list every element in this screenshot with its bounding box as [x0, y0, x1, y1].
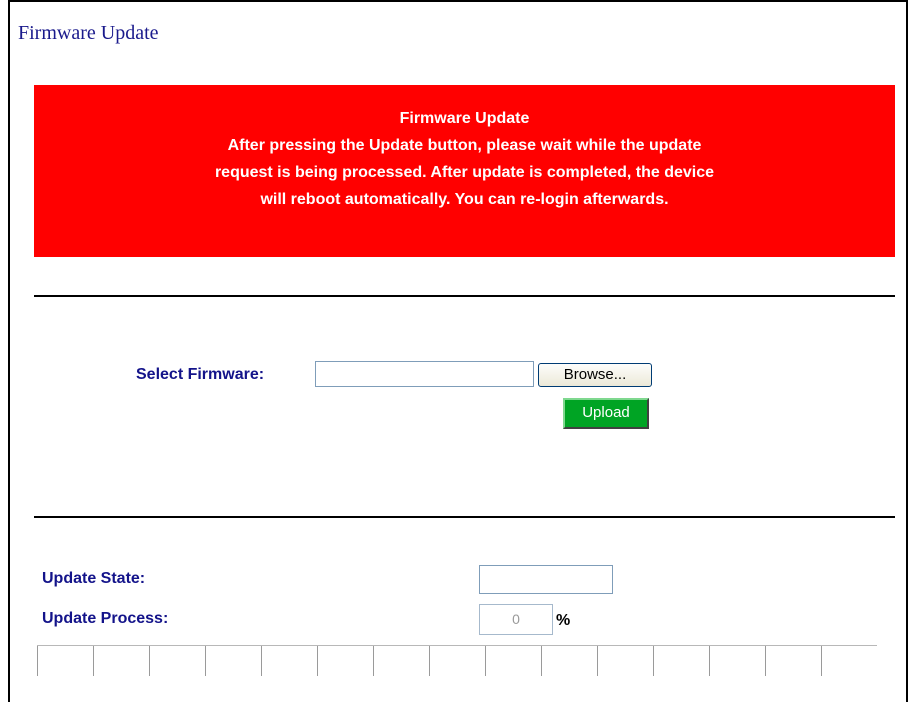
progress-segment	[261, 646, 317, 676]
page-title: Firmware Update	[18, 22, 159, 44]
select-firmware-label: Select Firmware:	[136, 366, 265, 383]
update-process-label: Update Process:	[42, 610, 169, 627]
upload-button[interactable]: Upload	[563, 398, 649, 429]
update-state-field	[479, 565, 613, 594]
progress-segment	[709, 646, 765, 676]
firmware-file-input[interactable]	[315, 361, 534, 387]
notice-line-1: After pressing the Update button, please…	[227, 137, 702, 154]
bottom-divider	[34, 516, 895, 518]
progress-segment	[373, 646, 429, 676]
percent-symbol: %	[556, 612, 571, 629]
notice-heading: Firmware Update	[399, 110, 530, 127]
progress-segment	[149, 646, 205, 676]
progress-segment	[317, 646, 373, 676]
update-notice-banner: Firmware Update After pressing the Updat…	[34, 85, 895, 257]
progress-segment	[821, 646, 877, 676]
notice-line-3: will reboot automatically. You can re-lo…	[260, 191, 669, 208]
notice-line-2: request is being processed. After update…	[214, 164, 715, 181]
update-process-value: 0	[479, 604, 553, 635]
progress-segment	[597, 646, 653, 676]
progress-segment	[653, 646, 709, 676]
update-progress-bar	[37, 645, 877, 676]
progress-segment	[93, 646, 149, 676]
progress-segment	[37, 646, 93, 676]
progress-segment	[765, 646, 821, 676]
progress-segment	[485, 646, 541, 676]
progress-segment	[541, 646, 597, 676]
browse-button[interactable]: Browse...	[538, 363, 652, 387]
top-divider	[34, 295, 895, 297]
progress-segment	[205, 646, 261, 676]
progress-segment	[429, 646, 485, 676]
update-state-label: Update State:	[42, 570, 146, 587]
